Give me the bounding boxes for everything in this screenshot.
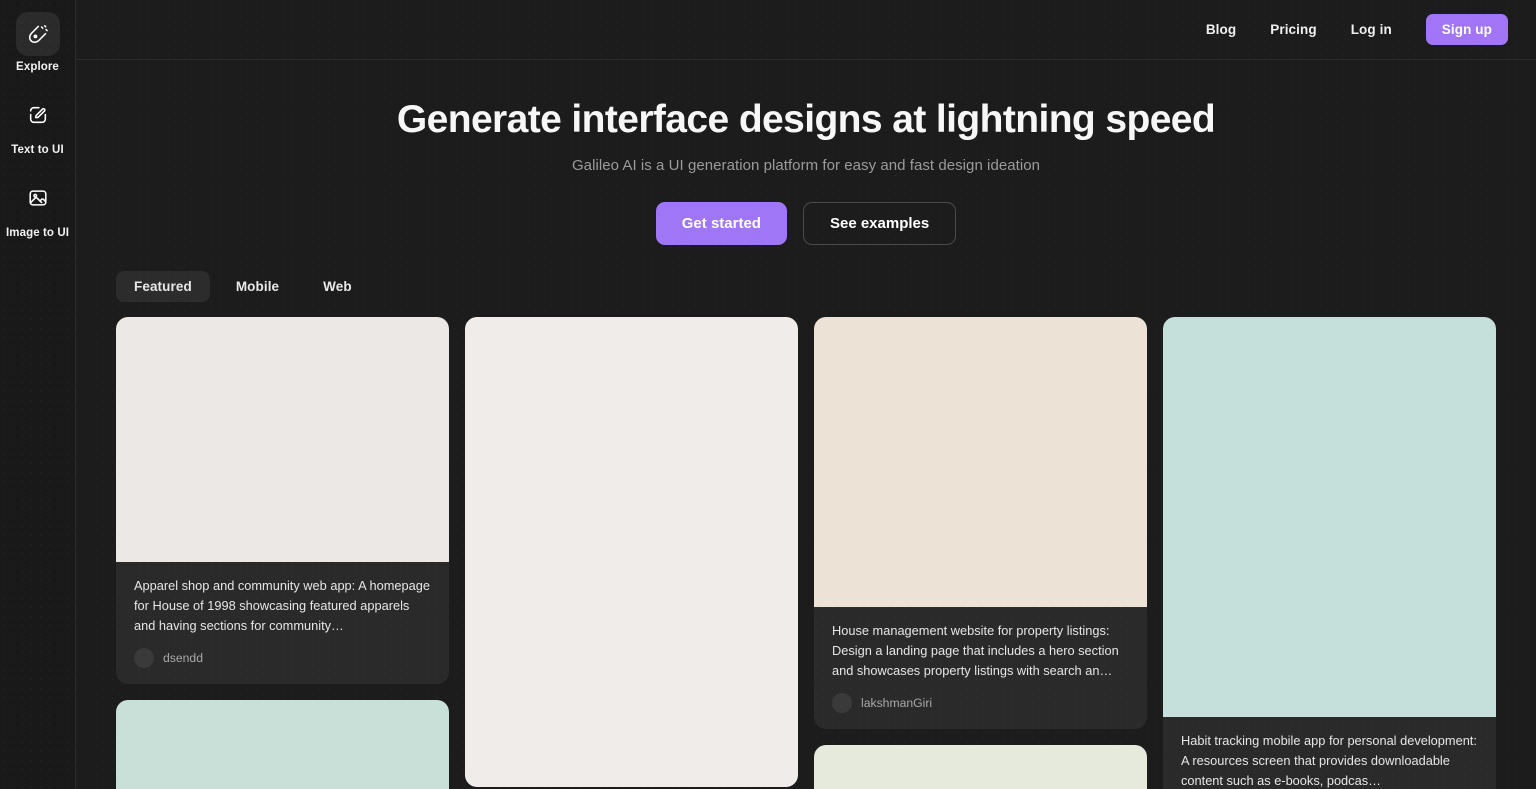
sidebar-item-label: Text to UI xyxy=(11,144,64,156)
gallery-grid: Apparel shop and community web app: A ho… xyxy=(116,317,1498,789)
sidebar: Explore Text to UI Image to UI xyxy=(0,0,76,789)
avatar[interactable] xyxy=(832,692,852,713)
nav-link-blog[interactable]: Blog xyxy=(1206,22,1236,37)
card-description: Habit tracking mobile app for personal d… xyxy=(1181,733,1477,788)
card-author-name[interactable]: lakshmanGiri xyxy=(861,696,932,710)
card-description: Apparel shop and community web app: A ho… xyxy=(134,578,430,633)
image-icon xyxy=(16,176,60,220)
card-thumbnail xyxy=(116,699,449,789)
gallery-card[interactable]: House management website for property li… xyxy=(814,317,1147,729)
hero-section: Generate interface designs at lightning … xyxy=(76,60,1536,245)
card-body: House management website for property li… xyxy=(814,607,1147,729)
see-examples-button[interactable]: See examples xyxy=(802,201,957,245)
sidebar-item-image-to-ui[interactable]: Image to UI xyxy=(0,176,76,239)
gallery-card[interactable] xyxy=(116,699,449,789)
gallery-column: Habit tracking mobile app for personal d… xyxy=(1163,317,1496,789)
gallery-column: House management website for property li… xyxy=(814,317,1147,789)
avatar[interactable] xyxy=(134,647,154,668)
tab-mobile[interactable]: Mobile xyxy=(218,271,297,302)
sidebar-item-explore[interactable]: Explore xyxy=(0,12,76,73)
tab-featured[interactable]: Featured xyxy=(116,271,210,302)
card-body: Apparel shop and community web app: A ho… xyxy=(116,562,449,684)
gallery-card[interactable]: Habit tracking mobile app for personal d… xyxy=(1163,317,1496,789)
card-body: Habit tracking mobile app for personal d… xyxy=(1163,717,1496,789)
card-thumbnail xyxy=(1163,317,1496,717)
card-author-row: dsendd xyxy=(134,647,431,668)
top-header: Blog Pricing Log in Sign up xyxy=(76,0,1536,60)
pencil-square-icon xyxy=(16,93,60,137)
card-thumbnail xyxy=(116,317,449,562)
tab-web[interactable]: Web xyxy=(305,271,370,302)
app-root: Explore Text to UI Image to UI Blog Pric… xyxy=(0,0,1536,789)
hero-actions: Get started See examples xyxy=(76,201,1536,245)
sidebar-item-label: Image to UI xyxy=(5,227,70,239)
card-thumbnail xyxy=(814,744,1147,789)
gallery-card[interactable]: Apparel shop and community web app: A ho… xyxy=(116,317,449,684)
signup-button[interactable]: Sign up xyxy=(1425,14,1508,45)
gallery-column xyxy=(465,317,798,789)
gallery-card[interactable] xyxy=(465,317,798,787)
nav-link-login[interactable]: Log in xyxy=(1351,22,1392,37)
card-author-row: lakshmanGiri xyxy=(832,692,1129,713)
hero-subtitle: Galileo AI is a UI generation platform f… xyxy=(571,156,1041,174)
gallery-column: Apparel shop and community web app: A ho… xyxy=(116,317,449,789)
gallery-tabs: Featured Mobile Web xyxy=(116,271,370,302)
get-started-button[interactable]: Get started xyxy=(655,201,787,245)
card-thumbnail xyxy=(465,317,798,787)
card-author-name[interactable]: dsendd xyxy=(163,651,203,665)
gallery-card[interactable] xyxy=(814,744,1147,789)
sidebar-item-text-to-ui[interactable]: Text to UI xyxy=(0,93,76,156)
card-thumbnail xyxy=(814,317,1147,607)
nav-link-pricing[interactable]: Pricing xyxy=(1270,22,1316,37)
sidebar-item-label: Explore xyxy=(16,61,59,73)
card-description: House management website for property li… xyxy=(832,623,1119,678)
page-title: Generate interface designs at lightning … xyxy=(396,98,1216,141)
comet-icon xyxy=(15,12,60,56)
